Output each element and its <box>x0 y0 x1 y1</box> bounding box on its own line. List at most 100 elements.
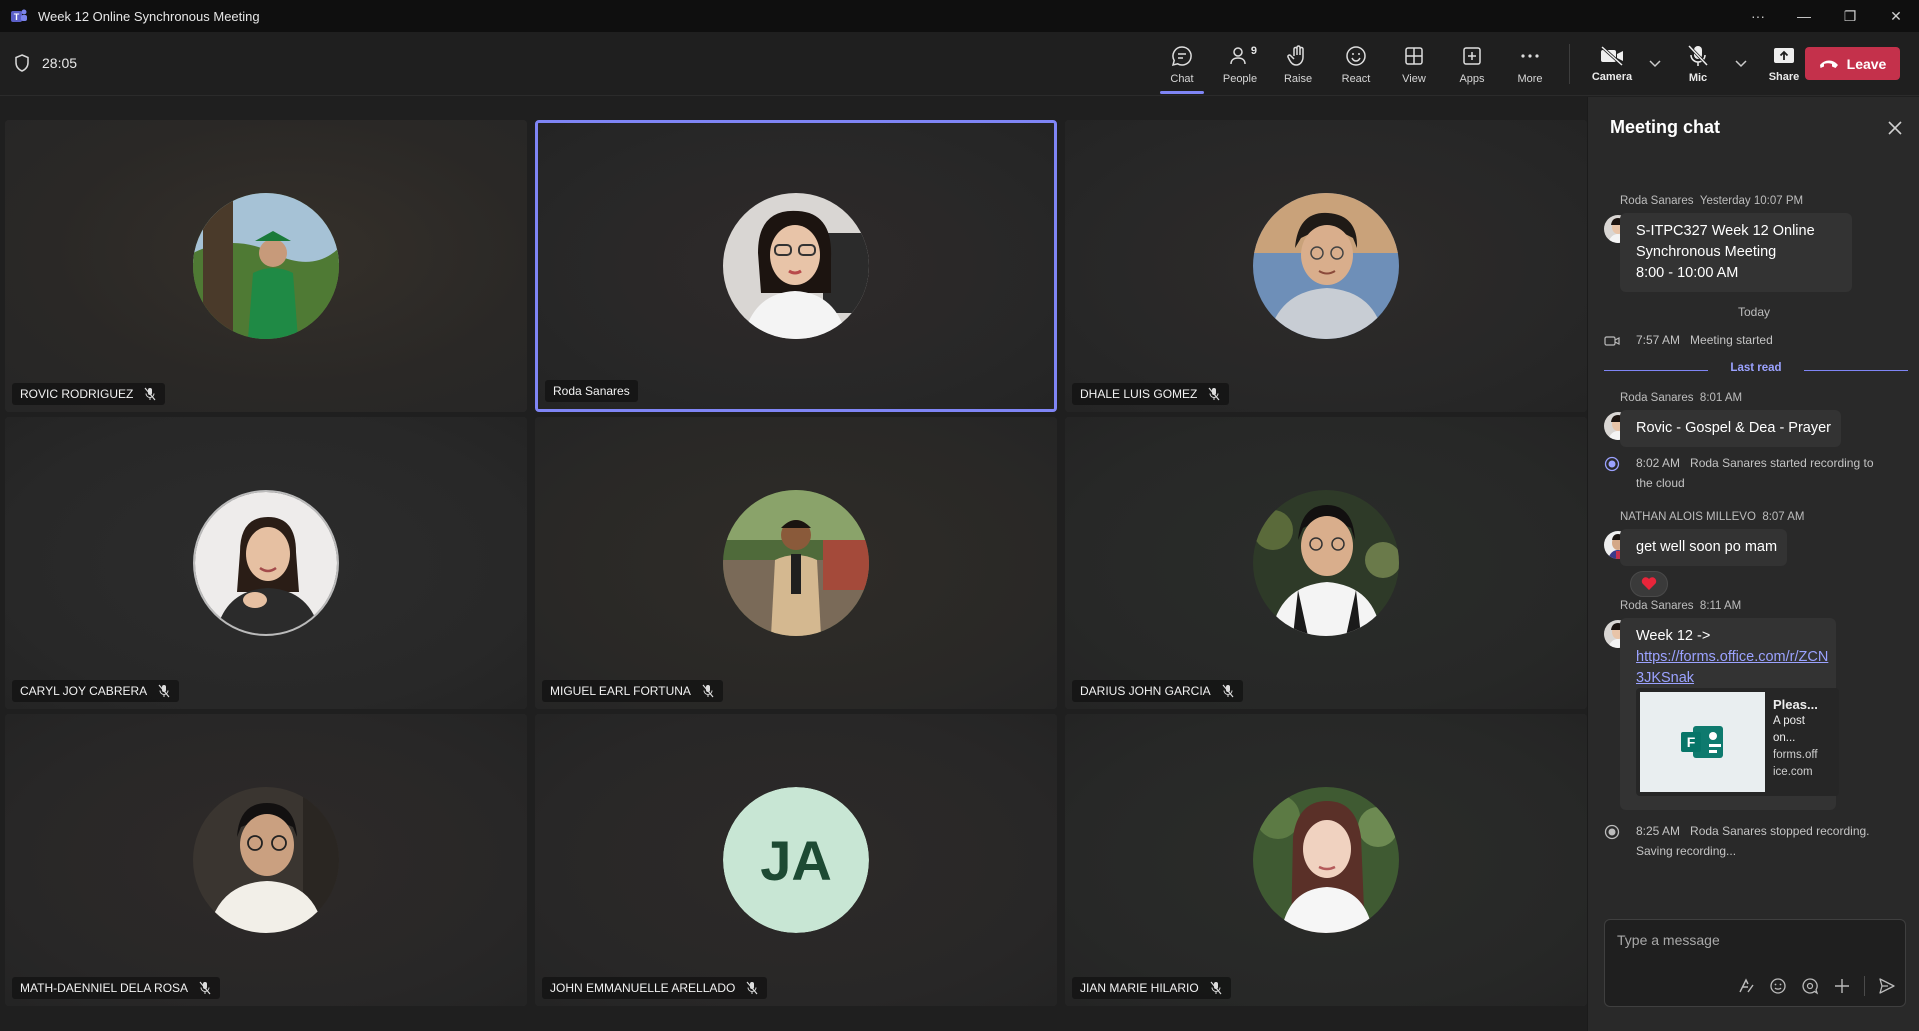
format-icon[interactable] <box>1736 976 1756 996</box>
close-window-button[interactable]: ✕ <box>1873 0 1919 32</box>
close-icon[interactable] <box>1885 118 1905 138</box>
message-composer <box>1604 919 1906 1007</box>
participant-tile-active-speaker[interactable]: Roda Sanares <box>535 120 1057 412</box>
smiley-icon <box>1343 43 1369 69</box>
chat-message-bubble[interactable]: S-ITPC327 Week 12 Online Synchronous Mee… <box>1620 213 1852 292</box>
participant-tile[interactable]: JIAN MARIE HILARIO <box>1065 714 1587 1006</box>
more-button[interactable]: More <box>1501 32 1559 96</box>
chat-message-bubble[interactable]: Rovic - Gospel & Dea - Prayer <box>1620 410 1842 447</box>
date-divider: Today <box>1737 305 1771 319</box>
mic-off-icon <box>144 387 156 401</box>
participant-avatar: JA <box>723 787 869 933</box>
people-icon: 9 <box>1227 43 1257 69</box>
people-button[interactable]: 9 People <box>1211 32 1269 96</box>
camera-off-icon <box>1600 45 1624 67</box>
forms-link[interactable]: https://forms.office.com/r/ZCN <box>1636 647 1828 668</box>
message-input[interactable] <box>1617 930 1887 950</box>
plus-icon[interactable] <box>1832 976 1852 996</box>
chat-button[interactable]: Chat <box>1153 32 1211 96</box>
participant-name: ROVIC RODRIGUEZ <box>20 387 134 401</box>
participant-avatar <box>193 193 339 339</box>
participant-tile[interactable]: ROVIC RODRIGUEZ <box>5 120 527 412</box>
view-label: View <box>1402 73 1426 85</box>
participant-nametag: Roda Sanares <box>545 380 638 402</box>
leave-button[interactable]: Leave <box>1805 47 1900 80</box>
participant-nametag: CARYL JOY CABRERA <box>12 680 180 702</box>
card-domain-cont: ice.com <box>1773 766 1813 778</box>
system-message: 8:25 AM Roda Sanares stopped recording. … <box>1636 821 1906 861</box>
teams-meeting-window: T Week 12 Online Synchronous Meeting ···… <box>0 0 1919 1031</box>
restore-button[interactable]: ❐ <box>1827 0 1873 32</box>
raise-label: Raise <box>1283 73 1313 85</box>
link-preview-card[interactable]: F Pleas... A post on... forms.off ice.co… <box>1636 688 1839 796</box>
heart-icon <box>1641 577 1657 590</box>
more-label: More <box>1517 73 1543 85</box>
message-sender: Roda Sanares <box>1620 392 1694 404</box>
participant-name: JIAN MARIE HILARIO <box>1080 981 1199 995</box>
message-text: get well soon po mam <box>1636 539 1778 555</box>
mic-options-chevron[interactable] <box>1730 32 1752 96</box>
participant-nametag: DHALE LUIS GOMEZ <box>1072 383 1230 405</box>
mic-off-icon <box>1222 684 1234 698</box>
participant-tile[interactable]: CARYL JOY CABRERA <box>5 417 527 709</box>
participant-tile[interactable]: DHALE LUIS GOMEZ <box>1065 120 1587 412</box>
system-message: 7:57 AM Meeting started <box>1636 330 1773 350</box>
share-label: Share <box>1768 71 1800 83</box>
hand-icon <box>1285 43 1311 69</box>
participant-nametag: JIAN MARIE HILARIO <box>1072 977 1231 999</box>
emoji-icon[interactable] <box>1768 976 1788 996</box>
camera-options-chevron[interactable] <box>1644 32 1666 96</box>
last-read-divider: Last read <box>1604 362 1908 378</box>
participant-nametag: MATH-DAENNIEL DELA ROSA <box>12 977 221 999</box>
participant-nametag: DARIUS JOHN GARCIA <box>1072 680 1243 702</box>
minimize-button[interactable]: — <box>1781 0 1827 32</box>
title-bar: T Week 12 Online Synchronous Meeting ···… <box>0 0 1919 32</box>
mic-off-icon <box>1687 44 1709 67</box>
participant-nametag: MIGUEL EARL FORTUNA <box>542 680 723 702</box>
message-line: Synchronous Meeting <box>1636 244 1777 260</box>
send-icon[interactable] <box>1877 976 1897 996</box>
system-text: Roda Sanares stopped recording. <box>1690 824 1870 838</box>
message-meta: Roda Sanares 8:01 AM <box>1620 392 1742 404</box>
video-camera-icon <box>1604 336 1620 346</box>
mic-off-icon <box>1210 981 1222 995</box>
meeting-toolbar: 28:05 Chat 9 People Raise React View App… <box>0 32 1919 96</box>
participant-avatar <box>1253 193 1399 339</box>
message-time: 8:07 AM <box>1762 511 1805 523</box>
participant-tile[interactable]: JA JOHN EMMANUELLE ARELLADO <box>535 714 1057 1006</box>
svg-text:T: T <box>14 12 20 22</box>
system-time: 7:57 AM <box>1636 333 1681 347</box>
recording-icon <box>1604 456 1620 472</box>
participant-avatar <box>723 490 869 636</box>
message-time: Yesterday 10:07 PM <box>1699 195 1804 207</box>
window-more-button[interactable]: ··· <box>1735 0 1781 32</box>
forms-link-cont[interactable]: 3JKSnak <box>1636 668 1826 689</box>
mic-off-icon <box>746 981 758 995</box>
mic-button[interactable]: Mic <box>1666 32 1730 96</box>
message-meta: Roda Sanares 8:11 AM <box>1620 600 1741 612</box>
participant-tile[interactable]: MIGUEL EARL FORTUNA <box>535 417 1057 709</box>
message-line: 8:00 - 10:00 AM <box>1636 265 1739 281</box>
heart-reaction[interactable] <box>1630 571 1668 597</box>
system-text-cont: the cloud <box>1636 476 1685 490</box>
toolbar-divider <box>1569 44 1570 84</box>
raise-hand-button[interactable]: Raise <box>1269 32 1327 96</box>
message-text: Week 12 -> <box>1636 628 1711 644</box>
participant-name: DHALE LUIS GOMEZ <box>1080 387 1198 401</box>
loop-component-icon[interactable] <box>1800 976 1820 996</box>
chat-panel-title: Meeting chat <box>1610 117 1721 137</box>
react-button[interactable]: React <box>1327 32 1385 96</box>
participant-tile[interactable]: MATH-DAENNIEL DELA ROSA <box>5 714 527 1006</box>
chat-message-bubble[interactable]: get well soon po mam <box>1620 529 1788 566</box>
apps-button[interactable]: Apps <box>1443 32 1501 96</box>
participant-tile[interactable]: DARIUS JOHN GARCIA <box>1065 417 1587 709</box>
view-button[interactable]: View <box>1385 32 1443 96</box>
participant-name: MATH-DAENNIEL DELA ROSA <box>20 981 189 995</box>
react-label: React <box>1341 73 1371 85</box>
participant-name: MIGUEL EARL FORTUNA <box>550 684 691 698</box>
apps-label: Apps <box>1459 73 1485 85</box>
participant-name: Roda Sanares <box>553 384 630 398</box>
camera-button[interactable]: Camera <box>1580 32 1644 96</box>
participant-avatar <box>1253 490 1399 636</box>
message-sender: Roda Sanares <box>1620 600 1694 612</box>
